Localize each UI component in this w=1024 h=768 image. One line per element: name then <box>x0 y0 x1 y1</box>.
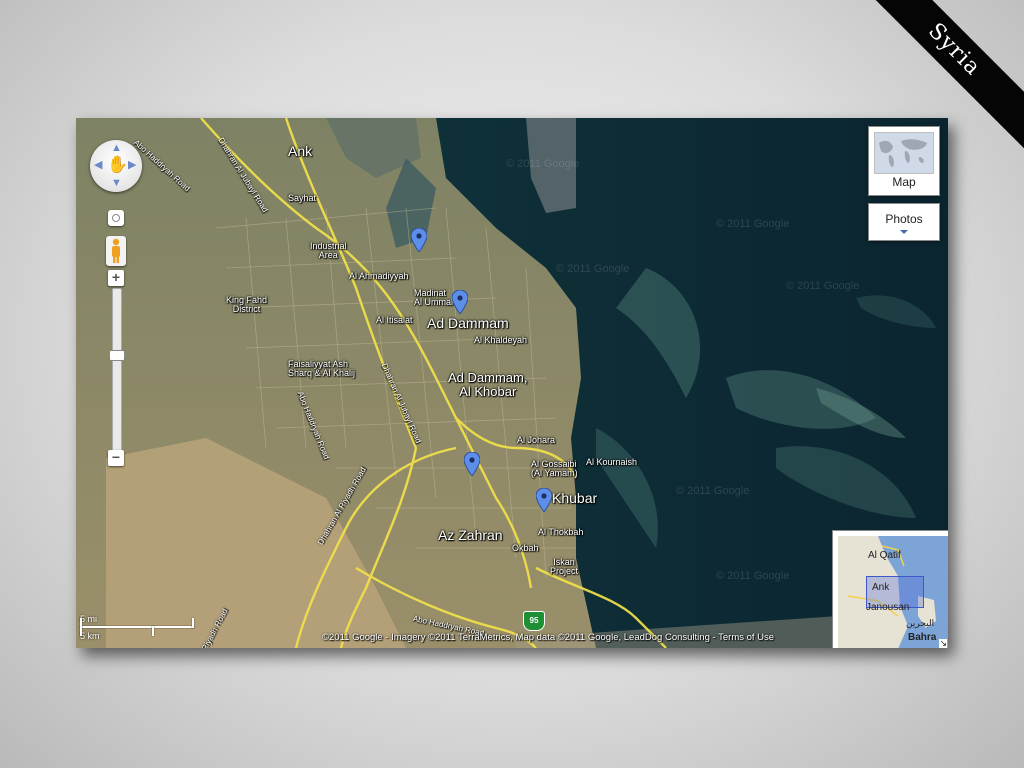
hand-icon: ✋ <box>107 155 129 174</box>
watermark: © 2011 Google <box>716 218 790 230</box>
place-label-sayhat: Sayhat <box>288 193 317 203</box>
place-label-al-thokbah: Al Thokbah <box>538 527 584 537</box>
overview-map[interactable]: Al Qatif Ank Janousan البحرين Bahra ↘ <box>832 530 948 648</box>
pan-control[interactable]: ▲ ▼ ◀ ▶ ✋ <box>90 140 142 192</box>
attribution-text: ©2011 Google - Imagery ©2011 TerraMetric… <box>322 632 719 643</box>
scale-label-km: 5 km <box>80 631 100 641</box>
photos-label: Photos <box>885 212 923 226</box>
place-label-ad-dammam-al-khobar: Ad Dammam, Al Khobar <box>448 370 528 399</box>
place-label-industrial-area: Industrial Area <box>310 241 347 261</box>
pan-up-icon[interactable]: ▲ <box>111 143 122 154</box>
place-label-al-kournaish: Al Kournaish <box>586 457 638 467</box>
terms-of-use-link[interactable]: Terms of Use <box>718 632 774 643</box>
overview-map-canvas: Al Qatif Ank Janousan البحرين Bahra <box>838 536 948 648</box>
overview-label-bahrain: Bahra <box>908 632 937 643</box>
corner-banner-label: Syria <box>923 18 986 81</box>
place-label-az-zahran: Az Zahran <box>438 527 503 543</box>
map-type-map-button[interactable]: Map <box>868 126 940 196</box>
watermark: © 2011 Google <box>506 158 580 170</box>
watermark: © 2011 Google <box>786 280 860 292</box>
map-view[interactable]: © 2011 Google © 2011 Google © 2011 Googl… <box>76 118 948 648</box>
pan-down-icon[interactable]: ▼ <box>111 178 122 189</box>
scale-tick <box>192 618 194 628</box>
zoom-slider-thumb[interactable] <box>109 350 125 361</box>
map-marker-pin[interactable] <box>410 227 428 253</box>
marker-icon <box>463 451 481 477</box>
marker-icon <box>410 227 428 253</box>
scale-line <box>80 626 194 628</box>
photos-dropdown-button[interactable]: Photos <box>868 203 940 241</box>
map-attribution: ©2011 Google - Imagery ©2011 TerraMetric… <box>322 632 774 643</box>
place-label-al-ahmadiyyah: Al Ahmadiyyah <box>349 271 409 281</box>
world-map-thumbnail <box>874 132 934 174</box>
map-marker-pin[interactable] <box>535 487 553 513</box>
overview-label-al-qatif: Al Qatif <box>868 550 901 561</box>
pegman-icon[interactable] <box>106 236 126 266</box>
place-label-faisaliyyat-ash-sharq: Faisaliyyat Ash Sharq & Al Khalij <box>288 359 356 379</box>
overview-toggle-icon[interactable]: ↘ <box>939 639 947 648</box>
location-dot-icon[interactable] <box>108 210 124 226</box>
place-label-al-johara: Al Johara <box>517 435 556 445</box>
place-label-al-khaldeyah: Al Khaldeyah <box>474 335 528 345</box>
overview-label-bahrain-ar: البحرين <box>906 618 935 628</box>
marker-icon <box>451 289 469 315</box>
overview-label-janousan: Janousan <box>866 602 910 613</box>
place-label-al-gossaibi: Al Gossaibi (Al Yamam) <box>531 459 578 479</box>
pan-left-icon[interactable]: ◀ <box>94 160 102 171</box>
scale-label-miles: 5 mi <box>80 614 98 624</box>
place-label-madinat-al-ummal: Madinat Al Ummal <box>414 288 454 308</box>
place-label-okbah: Okbah <box>512 543 539 553</box>
place-label-khubar: Khubar <box>552 490 598 506</box>
place-label-ad-dammam: Ad Dammam <box>427 315 509 331</box>
watermark: © 2011 Google <box>556 263 630 275</box>
place-label-al-itisalat: Al Itisalat <box>376 315 413 325</box>
map-marker-pin[interactable] <box>463 451 481 477</box>
zoom-slider-track[interactable] <box>112 288 122 454</box>
caret-down-icon <box>900 230 908 234</box>
place-label-ank: Ank <box>288 143 313 159</box>
scale-tick <box>152 626 154 636</box>
map-marker-pin[interactable] <box>451 289 469 315</box>
marker-icon <box>535 487 553 513</box>
place-label-iskan-project: Iskan Project <box>550 557 579 577</box>
overview-label-ank: Ank <box>872 582 890 593</box>
zoom-out-button[interactable]: − <box>108 450 124 466</box>
route-95-shield: 95 <box>523 611 545 631</box>
place-label-king-fahd-district: King Fahd District <box>226 295 268 315</box>
map-type-map-label: Map <box>892 175 916 189</box>
watermark: © 2011 Google <box>716 570 790 582</box>
pan-right-icon[interactable]: ▶ <box>128 160 136 171</box>
scale-tick <box>80 618 82 636</box>
watermark: © 2011 Google <box>676 485 750 497</box>
zoom-in-button[interactable]: + <box>108 270 124 286</box>
